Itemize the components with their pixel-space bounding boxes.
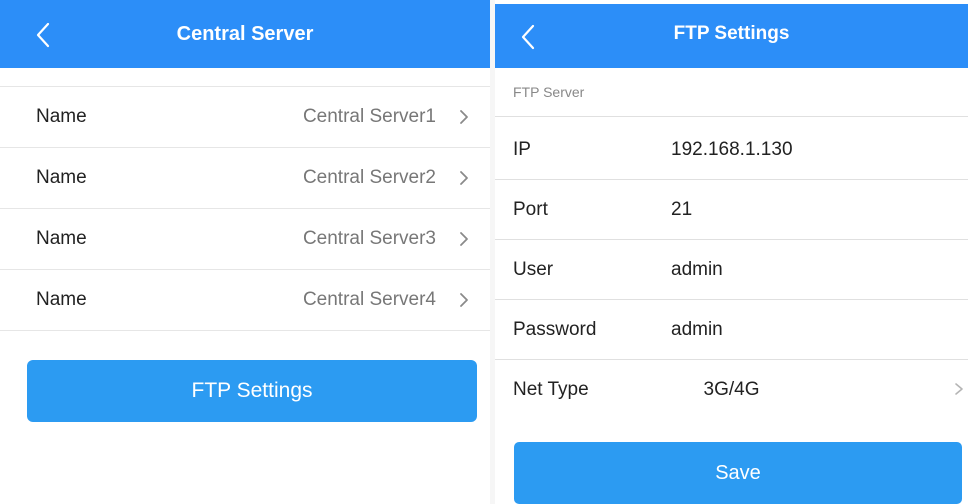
ip-input[interactable]: 192.168.1.130 (671, 120, 793, 179)
password-label: Password (513, 319, 597, 340)
chevron-right-icon (458, 109, 470, 125)
user-label: User (513, 259, 554, 280)
server-row-1[interactable]: Name Central Server1 (0, 86, 490, 147)
ip-label: IP (513, 139, 531, 160)
ftp-form: IP 192.168.1.130 Port 21 User admin Pass… (495, 120, 968, 419)
chevron-right-icon (458, 170, 470, 186)
server-row-3[interactable]: Name Central Server3 (0, 208, 490, 269)
row-label: Name (36, 167, 87, 188)
chevron-right-icon (458, 231, 470, 247)
central-server-header: Central Server (0, 0, 490, 68)
user-input[interactable]: admin (671, 240, 723, 299)
row-label: Name (36, 228, 87, 249)
section-header: FTP Server (513, 84, 585, 100)
server-row-4[interactable]: Name Central Server4 (0, 269, 490, 331)
divider (495, 116, 968, 117)
page-title: Central Server (176, 23, 314, 45)
row-label: Name (36, 106, 87, 127)
net-type-select[interactable]: 3G/4G (495, 360, 968, 419)
server-row-2[interactable]: Name Central Server2 (0, 147, 490, 208)
password-row[interactable]: Password admin (495, 299, 968, 359)
central-server-screen: Central Server Name Central Server1 Name… (0, 0, 490, 504)
row-value: Central Server1 (302, 106, 436, 127)
chevron-right-icon (458, 292, 470, 308)
ftp-settings-header: FTP Settings (495, 4, 968, 68)
port-label: Port (513, 199, 548, 220)
row-value: Central Server2 (302, 167, 436, 188)
net-type-row[interactable]: Net Type 3G/4G (495, 359, 968, 419)
page-title: FTP Settings (673, 23, 790, 44)
chevron-right-icon (954, 382, 964, 396)
row-value: Central Server4 (302, 289, 436, 310)
central-server-list: Name Central Server1 Name Central Server… (0, 86, 490, 331)
row-value: Central Server3 (302, 228, 436, 249)
ip-row[interactable]: IP 192.168.1.130 (495, 120, 968, 179)
row-label: Name (36, 289, 87, 310)
ftp-settings-button[interactable]: FTP Settings (27, 360, 477, 422)
ftp-settings-screen: FTP Settings FTP Server IP 192.168.1.130… (495, 4, 968, 504)
save-button[interactable]: Save (514, 442, 962, 504)
password-input[interactable]: admin (671, 300, 723, 359)
port-input[interactable]: 21 (671, 180, 692, 239)
port-row[interactable]: Port 21 (495, 179, 968, 239)
user-row[interactable]: User admin (495, 239, 968, 299)
